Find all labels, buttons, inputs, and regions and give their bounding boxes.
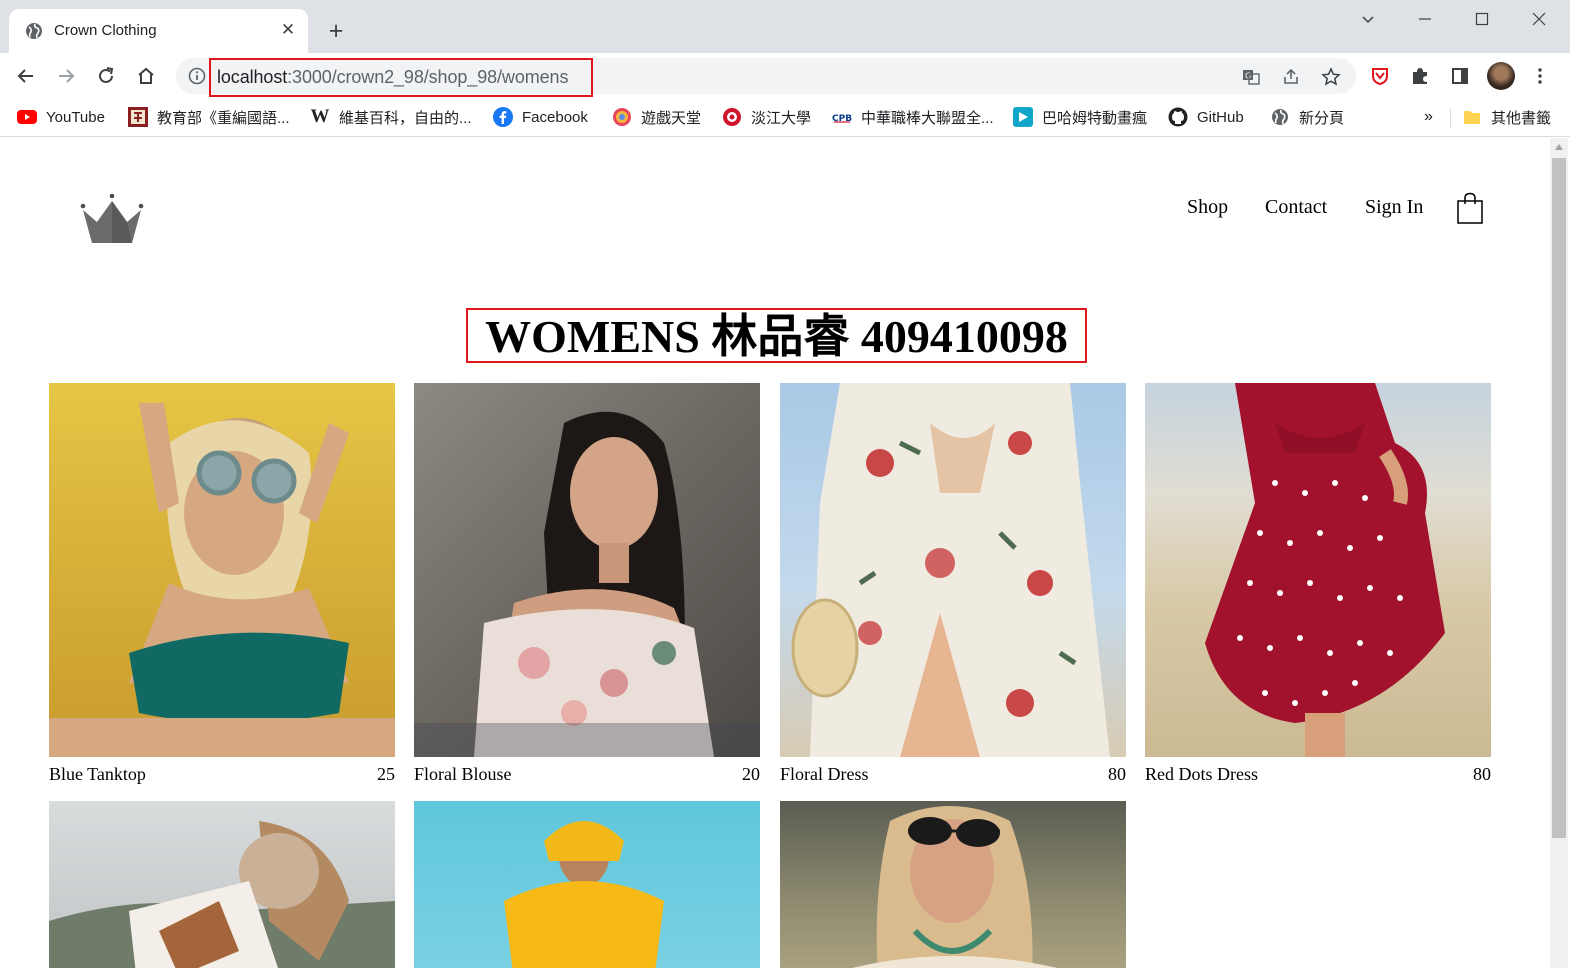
new-tab-icon[interactable]: + (323, 19, 349, 45)
youtube-icon (17, 107, 37, 127)
wikipedia-icon: W (310, 106, 330, 127)
address-bar[interactable]: localhost:3000/crown2_98/shop_98/womens … (176, 58, 1356, 97)
extensions-puzzle-icon[interactable] (1408, 64, 1432, 88)
product-price: 80 (1108, 764, 1126, 784)
cpbl-icon: CPBL (832, 107, 852, 127)
bookmark-youtube[interactable]: YouTube (17, 107, 105, 127)
product-card[interactable]: Blue Tanktop 25 (49, 383, 395, 793)
product-image[interactable] (49, 383, 395, 757)
back-icon[interactable] (12, 62, 40, 90)
bookmark-ani-gamer[interactable]: 巴哈姆特動畫瘋 (1013, 107, 1147, 127)
bookmark-star-icon[interactable] (1320, 66, 1342, 88)
product-image[interactable] (780, 383, 1126, 757)
maximize-icon[interactable] (1467, 6, 1497, 32)
bookmarks-divider (1450, 108, 1451, 128)
product-card[interactable]: Red Dots Dress 80 (1145, 383, 1491, 793)
close-window-icon[interactable] (1524, 6, 1554, 32)
page-scrollbar[interactable] (1550, 138, 1568, 968)
bookmark-cpbl[interactable]: CPBL 中華職棒大聯盟全... (832, 107, 994, 127)
product-price: 80 (1473, 764, 1491, 784)
product-image[interactable] (780, 801, 1126, 968)
tab-close-icon[interactable]: ✕ (278, 20, 298, 40)
bookmark-other-folder[interactable]: 其他書籤 (1462, 107, 1551, 127)
globe-icon (26, 23, 42, 39)
menu-kebab-icon[interactable] (1528, 64, 1552, 88)
nav-shop-link[interactable]: Shop (1187, 196, 1228, 219)
reload-icon[interactable] (92, 62, 120, 90)
share-icon[interactable] (1280, 66, 1302, 88)
bookmark-new-tab[interactable]: 新分頁 (1270, 107, 1344, 127)
tab-search-icon[interactable] (1353, 6, 1383, 32)
product-image[interactable] (49, 801, 395, 968)
product-name: Floral Dress (780, 764, 869, 784)
product-card[interactable] (414, 801, 760, 968)
home-icon[interactable] (132, 62, 160, 90)
scroll-up-arrow-icon[interactable] (1555, 144, 1563, 150)
bookmark-facebook[interactable]: Facebook (493, 107, 588, 127)
product-image[interactable] (414, 801, 760, 968)
product-card[interactable]: Floral Dress 80 (780, 383, 1126, 793)
scrollbar-thumb[interactable] (1552, 158, 1566, 838)
bookmark-wikipedia[interactable]: W 維基百科，自由的... (310, 106, 472, 127)
bookmark-tku[interactable]: 淡江大學 (722, 107, 811, 127)
gamer-icon (612, 107, 632, 127)
product-name: Red Dots Dress (1145, 764, 1258, 784)
svg-text:G: G (1245, 72, 1251, 81)
url-text[interactable]: localhost:3000/crown2_98/shop_98/womens (217, 67, 568, 88)
product-price: 20 (742, 764, 760, 784)
nav-sign-in-link[interactable]: Sign In (1365, 196, 1423, 219)
product-name: Blue Tanktop (49, 764, 146, 784)
product-name: Floral Blouse (414, 764, 512, 784)
browser-tab-strip: Crown Clothing ✕ + (0, 0, 1570, 53)
product-card[interactable]: Floral Blouse 20 (414, 383, 760, 793)
page-title: WOMENS 林品睿 409410098 (485, 311, 1068, 362)
bookmark-gamer[interactable]: 遊戲天堂 (612, 107, 701, 127)
github-icon (1168, 107, 1188, 127)
bookmark-moe-dictionary[interactable]: 教育部《重編國語... (128, 107, 290, 127)
tku-icon (722, 107, 742, 127)
ani-gamer-icon (1013, 107, 1033, 127)
moe-dictionary-icon (128, 107, 148, 127)
page-viewport: Shop Contact Sign In WOMENS 林品睿 40941009… (0, 138, 1550, 968)
forward-icon[interactable] (52, 62, 80, 90)
bookmarks-overflow-chevron[interactable]: » (1424, 107, 1433, 127)
side-panel-icon[interactable] (1448, 64, 1472, 88)
product-card[interactable] (49, 801, 395, 968)
shopping-bag-icon[interactable] (1456, 192, 1484, 224)
tab-title: Crown Clothing (54, 22, 157, 39)
translate-icon[interactable]: G (1240, 66, 1262, 88)
nav-contact-link[interactable]: Contact (1265, 196, 1327, 219)
url-highlight-box: localhost:3000/crown2_98/shop_98/womens (209, 58, 593, 97)
product-image[interactable] (1145, 383, 1491, 757)
bookmark-github[interactable]: GitHub (1168, 107, 1244, 127)
browser-toolbar: localhost:3000/crown2_98/shop_98/womens … (0, 53, 1570, 99)
bookmarks-bar: YouTube 教育部《重編國語... W 維基百科，自由的... Facebo… (0, 99, 1570, 137)
profile-avatar[interactable] (1487, 62, 1515, 90)
browser-tab[interactable]: Crown Clothing ✕ (9, 9, 308, 53)
crown-logo-icon[interactable] (78, 192, 146, 246)
folder-icon (1462, 107, 1482, 127)
title-highlight-box: WOMENS 林品睿 409410098 (466, 308, 1087, 363)
product-price: 25 (377, 764, 395, 784)
facebook-icon (493, 107, 513, 127)
site-info-icon[interactable] (187, 66, 207, 86)
minimize-icon[interactable] (1410, 6, 1440, 32)
globe-icon (1270, 107, 1290, 127)
product-image[interactable] (414, 383, 760, 757)
product-card[interactable] (780, 801, 1126, 968)
extension-shield-icon[interactable] (1368, 64, 1392, 88)
